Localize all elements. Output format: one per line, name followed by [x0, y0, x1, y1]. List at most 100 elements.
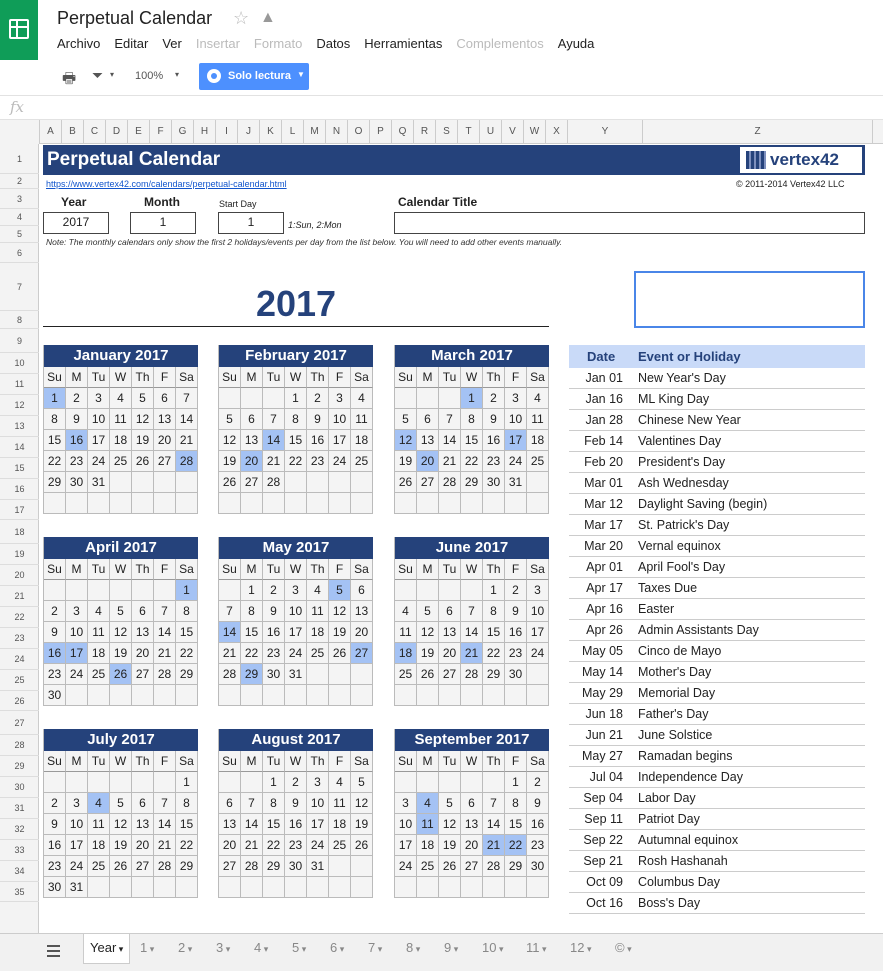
day-cell[interactable]	[110, 877, 132, 898]
day-cell[interactable]: 29	[44, 472, 66, 493]
day-cell[interactable]: 28	[241, 856, 263, 877]
day-cell[interactable]: 6	[417, 409, 439, 430]
day-cell[interactable]	[219, 580, 241, 601]
day-cell[interactable]: 14	[154, 814, 176, 835]
day-cell[interactable]: 20	[439, 643, 461, 664]
event-row[interactable]: Apr 16 Easter	[569, 599, 865, 620]
day-cell[interactable]: 22	[461, 451, 483, 472]
day-cell[interactable]: 4	[395, 601, 417, 622]
day-cell[interactable]	[351, 877, 373, 898]
day-cell[interactable]: 16	[285, 814, 307, 835]
day-cell[interactable]	[241, 493, 263, 514]
day-cell[interactable]: 17	[88, 430, 110, 451]
day-cell[interactable]: 7	[176, 388, 198, 409]
sheets-logo-icon[interactable]	[0, 0, 38, 60]
day-cell[interactable]: 30	[44, 877, 66, 898]
day-cell[interactable]	[307, 664, 329, 685]
all-sheets-icon[interactable]	[47, 945, 60, 957]
sheet-tab[interactable]: 8 ▾	[406, 934, 420, 964]
column-header[interactable]: X	[546, 120, 568, 144]
day-cell[interactable]: 2	[44, 601, 66, 622]
day-cell[interactable]: 26	[110, 856, 132, 877]
day-cell[interactable]	[110, 772, 132, 793]
event-row[interactable]: Apr 01 April Fool's Day	[569, 557, 865, 578]
day-cell[interactable]	[395, 772, 417, 793]
day-cell[interactable]: 14	[483, 814, 505, 835]
day-cell[interactable]: 12	[417, 622, 439, 643]
column-header[interactable]: L	[282, 120, 304, 144]
day-cell[interactable]: 14	[241, 814, 263, 835]
day-cell[interactable]: 20	[351, 622, 373, 643]
day-cell[interactable]: 24	[527, 643, 549, 664]
day-cell[interactable]: 20	[241, 451, 263, 472]
day-cell[interactable]: 9	[307, 409, 329, 430]
day-cell[interactable]	[395, 388, 417, 409]
day-cell[interactable]: 11	[395, 622, 417, 643]
day-cell[interactable]: 17	[307, 814, 329, 835]
event-row[interactable]: May 14 Mother's Day	[569, 662, 865, 683]
day-cell[interactable]: 28	[461, 664, 483, 685]
day-cell[interactable]	[219, 493, 241, 514]
select-all-corner[interactable]	[0, 120, 40, 144]
day-cell[interactable]: 6	[154, 388, 176, 409]
day-cell[interactable]: 26	[110, 664, 132, 685]
sheet-tab[interactable]: 7 ▾	[368, 934, 382, 964]
day-cell[interactable]: 28	[263, 472, 285, 493]
row-header[interactable]: 20	[0, 565, 39, 586]
event-row[interactable]: Jun 18 Father's Day	[569, 704, 865, 725]
event-row[interactable]: Mar 17 St. Patrick's Day	[569, 515, 865, 536]
day-cell[interactable]: 9	[44, 622, 66, 643]
column-header[interactable]: M	[304, 120, 326, 144]
day-cell[interactable]	[307, 472, 329, 493]
day-cell[interactable]	[241, 388, 263, 409]
row-header[interactable]: 28	[0, 735, 39, 756]
day-cell[interactable]: 25	[395, 664, 417, 685]
day-cell[interactable]: 4	[88, 793, 110, 814]
day-cell[interactable]: 29	[263, 856, 285, 877]
day-cell[interactable]	[439, 772, 461, 793]
day-cell[interactable]	[66, 772, 88, 793]
month-input[interactable]: 1	[130, 212, 196, 234]
day-cell[interactable]: 28	[154, 664, 176, 685]
day-cell[interactable]: 1	[176, 772, 198, 793]
day-cell[interactable]	[154, 877, 176, 898]
day-cell[interactable]: 15	[461, 430, 483, 451]
day-cell[interactable]: 3	[66, 601, 88, 622]
day-cell[interactable]: 19	[439, 835, 461, 856]
day-cell[interactable]: 14	[219, 622, 241, 643]
day-cell[interactable]: 11	[88, 814, 110, 835]
event-row[interactable]: Sep 04 Labor Day	[569, 788, 865, 809]
day-cell[interactable]	[154, 580, 176, 601]
event-row[interactable]: Jan 16 ML King Day	[569, 389, 865, 410]
sheet-tab[interactable]: 2 ▾	[178, 934, 192, 964]
day-cell[interactable]: 5	[110, 793, 132, 814]
day-cell[interactable]: 24	[285, 643, 307, 664]
sheet-tab[interactable]: 12 ▾	[570, 934, 592, 964]
day-cell[interactable]: 12	[110, 622, 132, 643]
day-cell[interactable]: 23	[527, 835, 549, 856]
day-cell[interactable]: 25	[110, 451, 132, 472]
day-cell[interactable]	[307, 685, 329, 706]
day-cell[interactable]	[263, 877, 285, 898]
day-cell[interactable]: 15	[176, 622, 198, 643]
day-cell[interactable]: 13	[241, 430, 263, 451]
column-header[interactable]: H	[194, 120, 216, 144]
row-header[interactable]: 8	[0, 311, 39, 329]
day-cell[interactable]: 23	[307, 451, 329, 472]
day-cell[interactable]: 2	[307, 388, 329, 409]
event-row[interactable]: May 05 Cinco de Mayo	[569, 641, 865, 662]
row-header[interactable]: 33	[0, 840, 39, 861]
day-cell[interactable]: 1	[241, 580, 263, 601]
day-cell[interactable]: 7	[154, 601, 176, 622]
day-cell[interactable]: 15	[176, 814, 198, 835]
day-cell[interactable]: 27	[154, 451, 176, 472]
day-cell[interactable]: 9	[66, 409, 88, 430]
day-cell[interactable]: 23	[505, 643, 527, 664]
day-cell[interactable]: 6	[132, 793, 154, 814]
day-cell[interactable]	[395, 877, 417, 898]
day-cell[interactable]: 18	[88, 835, 110, 856]
day-cell[interactable]: 8	[241, 601, 263, 622]
day-cell[interactable]: 24	[66, 856, 88, 877]
day-cell[interactable]	[132, 472, 154, 493]
row-header[interactable]: 13	[0, 416, 39, 437]
